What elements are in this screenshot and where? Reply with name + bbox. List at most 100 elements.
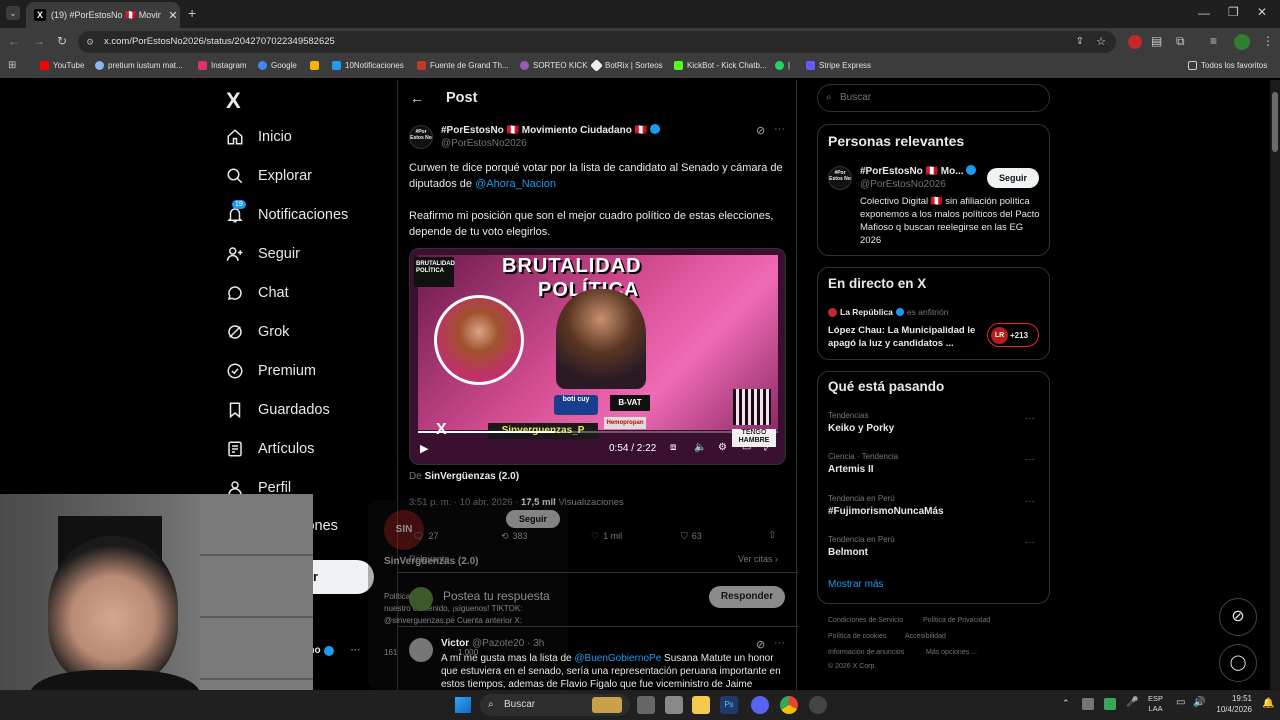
author-avatar[interactable]: #Por Estos No bbox=[409, 125, 433, 149]
responder-button[interactable]: Responder bbox=[709, 586, 785, 608]
nav-seguir[interactable]: Seguir bbox=[226, 245, 300, 263]
reply-action[interactable]: 🗨 27 bbox=[413, 531, 438, 542]
source-name-link[interactable]: SinVergüenzas (2.0) bbox=[425, 471, 519, 482]
bookmark-google[interactable]: Google bbox=[258, 61, 297, 70]
show-more-link[interactable]: Mostrar más bbox=[828, 579, 884, 590]
bookmark-kickbot[interactable]: KickBot - Kick Chatb... bbox=[674, 61, 767, 70]
reply-more-icon[interactable]: ··· bbox=[774, 637, 785, 649]
reply-mention[interactable]: @BuenGobiernoPe bbox=[574, 653, 661, 664]
relevant-avatar[interactable]: #Por Estos No bbox=[828, 166, 852, 190]
mention-link[interactable]: @Ahora_Nacion bbox=[475, 178, 556, 190]
share-icon[interactable]: ⇧ bbox=[768, 530, 776, 541]
bookmark-youtube[interactable]: YouTube bbox=[40, 61, 84, 70]
menu-dots-icon[interactable]: ⋮ bbox=[1262, 34, 1274, 48]
profile-avatar[interactable] bbox=[1234, 34, 1250, 50]
address-bar[interactable]: ⚙ x.com/PorEstosNo2026/status/2042707022… bbox=[78, 31, 1116, 53]
footer-link[interactable]: Información de anuncios bbox=[828, 649, 904, 656]
play-icon[interactable]: ▶ bbox=[420, 442, 428, 455]
tray-app-icon[interactable] bbox=[1082, 698, 1094, 710]
page-scrollbar[interactable] bbox=[1270, 80, 1280, 690]
new-tab-icon[interactable]: + bbox=[188, 5, 196, 21]
extension-1-icon[interactable] bbox=[1128, 35, 1142, 49]
browser-tab-active[interactable]: X (19) #PorEstosNo 🇵🇪 Movimien ✕ bbox=[26, 2, 180, 28]
nav-explorar[interactable]: Explorar bbox=[226, 167, 312, 185]
reply-author[interactable]: Victor bbox=[441, 638, 469, 649]
settings-icon[interactable]: ⚙ bbox=[718, 442, 727, 453]
close-tab-icon[interactable]: ✕ bbox=[166, 9, 180, 22]
clock[interactable]: 19:51 10/4/2026 bbox=[1212, 693, 1252, 715]
bookmark-stripe[interactable]: Stripe Express bbox=[806, 61, 871, 70]
trend-more-icon[interactable]: ··· bbox=[1025, 496, 1035, 507]
mic-icon[interactable]: 🎤 bbox=[1126, 697, 1138, 708]
footer-link[interactable]: Política de Privacidad bbox=[923, 617, 990, 624]
reply-grok-icon[interactable]: ⊘ bbox=[756, 638, 765, 651]
footer-link[interactable]: Condiciones de Servicio bbox=[828, 617, 903, 624]
reply-input[interactable]: Postea tu respuesta bbox=[443, 589, 550, 603]
bookmark-instagram[interactable]: Instagram bbox=[198, 61, 247, 70]
trend-item[interactable]: Tendencias Keiko y Porky ··· bbox=[828, 411, 1043, 434]
bookmark-misc[interactable] bbox=[310, 61, 319, 70]
volume-icon[interactable]: 🔈 bbox=[694, 442, 706, 453]
footer-link[interactable]: Accesibilidad bbox=[905, 633, 946, 640]
nav-premium[interactable]: Premium bbox=[226, 362, 316, 380]
nav-guardados[interactable]: Guardados bbox=[226, 401, 330, 419]
trend-more-icon[interactable]: ··· bbox=[1025, 413, 1035, 424]
task-view-icon[interactable] bbox=[637, 696, 655, 714]
bookmark-star-icon[interactable]: ☆ bbox=[1096, 31, 1106, 53]
bookmark-all-folders[interactable]: Todos los favoritos bbox=[1188, 61, 1267, 70]
x-logo-icon[interactable]: X bbox=[226, 88, 241, 114]
window-close-icon[interactable]: ✕ bbox=[1257, 5, 1267, 19]
author-handle[interactable]: @PorEstosNo2026 bbox=[441, 138, 527, 149]
reload-icon[interactable]: ↻ bbox=[57, 34, 67, 48]
bookmark-gta[interactable]: Fuente de Grand Th... bbox=[417, 61, 509, 70]
photoshop-icon[interactable]: Ps bbox=[720, 696, 738, 714]
grok-explain-icon[interactable]: ⊘ bbox=[756, 124, 765, 137]
scroll-thumb[interactable] bbox=[1272, 92, 1278, 152]
search-box[interactable]: ⌕ Buscar bbox=[817, 84, 1050, 112]
tab-search-icon[interactable]: ⌄ bbox=[6, 6, 20, 20]
trend-item[interactable]: Tendencia en Perú #FujimorismoNuncaMás ··· bbox=[828, 494, 1043, 517]
relevant-follow-button[interactable]: Seguir bbox=[987, 168, 1039, 188]
nav-grok[interactable]: Grok bbox=[226, 323, 289, 341]
chat-float-icon[interactable]: ◯ bbox=[1219, 644, 1257, 682]
captions-icon[interactable]: ⧈ bbox=[670, 442, 676, 453]
sort-relevante[interactable]: Relevante bbox=[409, 554, 450, 564]
nav-notificaciones[interactable]: 19 Notificaciones bbox=[226, 200, 348, 224]
extension-2-icon[interactable]: ▤ bbox=[1151, 34, 1162, 48]
video-player[interactable]: BRUTALIDAD POLÍTICA BRUTALIDAD POLÍTICA … bbox=[409, 248, 786, 465]
footer-link[interactable]: Más opciones ... bbox=[926, 649, 977, 656]
bookmark-10notificaciones[interactable]: 10Notificaciones bbox=[332, 61, 404, 70]
taskbar-search[interactable]: ⌕ Buscar bbox=[480, 694, 630, 716]
bookmark-pretium[interactable]: pretium iustum mat... bbox=[95, 61, 183, 70]
grok-float-icon[interactable]: ⊘ bbox=[1219, 598, 1257, 636]
maximize-icon[interactable]: ❐ bbox=[1228, 5, 1239, 19]
network-icon[interactable]: ▭ bbox=[1176, 697, 1185, 708]
obs-icon[interactable] bbox=[809, 696, 827, 714]
ver-citas-link[interactable]: Ver citas › bbox=[738, 554, 778, 564]
nav-articulos[interactable]: Artículos bbox=[226, 440, 314, 458]
bookmark-botrix[interactable]: BotRix | Sorteos bbox=[590, 59, 663, 72]
tray-app-icon[interactable] bbox=[1104, 698, 1116, 710]
bookmark-whatsapp[interactable]: | bbox=[775, 61, 790, 70]
site-info-icon[interactable]: ⚙ bbox=[86, 31, 94, 53]
live-text[interactable]: López Chau: La Municipalidad le apagó la… bbox=[828, 324, 976, 350]
language-indicator[interactable]: ESP LAA bbox=[1148, 694, 1163, 714]
live-listeners-badge[interactable]: LR +213 bbox=[987, 323, 1039, 347]
tray-expand-icon[interactable]: ⌃ bbox=[1062, 698, 1070, 709]
trend-item[interactable]: Tendencia en Perú Belmont ··· bbox=[828, 535, 1043, 558]
hover-follow-button[interactable]: Seguir bbox=[506, 510, 560, 528]
discord-icon[interactable] bbox=[751, 696, 769, 714]
bookmark-sorteo-kick[interactable]: SORTEO KICK bbox=[520, 61, 588, 70]
windows-start-icon[interactable] bbox=[455, 697, 471, 713]
author-name[interactable]: #PorEstosNo 🇵🇪 Movimiento Ciudadano 🇵🇪 bbox=[441, 124, 660, 136]
nav-inicio[interactable]: Inicio bbox=[226, 128, 292, 146]
pip-icon[interactable]: ▭ bbox=[742, 442, 751, 453]
back-icon[interactable]: ← bbox=[8, 34, 20, 48]
nav-chat[interactable]: Chat bbox=[226, 284, 289, 302]
app-icon[interactable] bbox=[665, 696, 683, 714]
repost-action[interactable]: ⟲ 383 bbox=[501, 531, 528, 542]
extensions-icon[interactable]: ⧉ bbox=[1176, 34, 1185, 49]
trend-more-icon[interactable]: ··· bbox=[1025, 537, 1035, 548]
forward-icon[interactable]: → bbox=[33, 34, 45, 48]
account-more-icon[interactable]: ··· bbox=[351, 645, 361, 656]
